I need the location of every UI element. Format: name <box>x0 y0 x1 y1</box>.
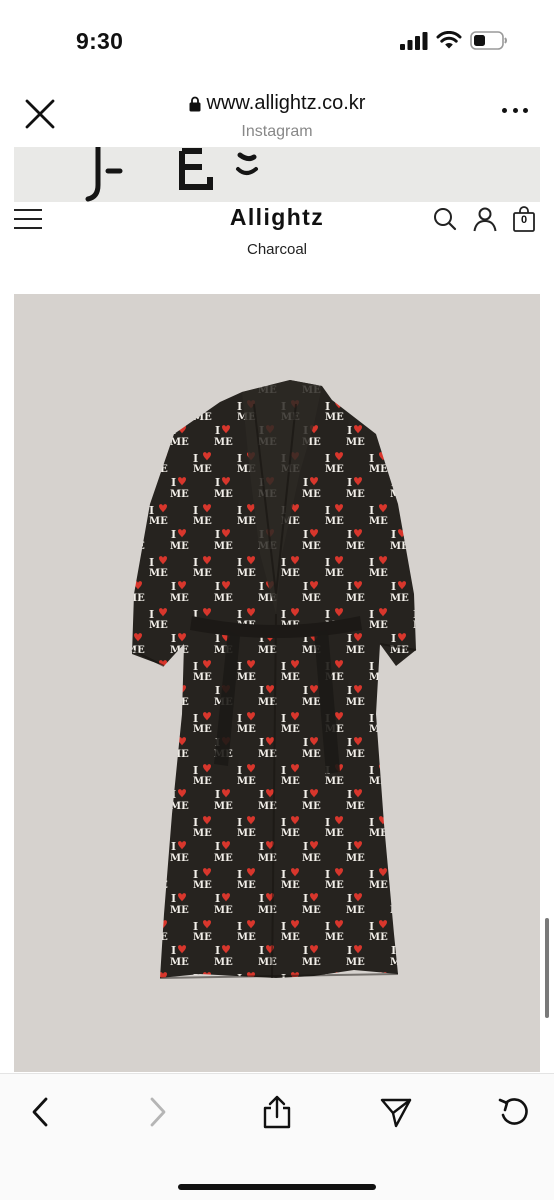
share-icon <box>263 1095 291 1129</box>
page-scrollbar[interactable] <box>545 918 549 1018</box>
wifi-icon <box>436 31 462 49</box>
browser-header: www.allightz.co.kr Instagram <box>0 80 554 146</box>
header-actions: 0 <box>432 206 538 232</box>
site-header: Allightz Charcoal 0 <box>0 200 554 270</box>
previous-image-strip <box>14 147 540 202</box>
back-button[interactable] <box>20 1092 60 1132</box>
bottom-toolbar <box>0 1073 554 1200</box>
status-time: 9:30 <box>76 28 124 54</box>
status-bar: 9:30 <box>0 0 554 80</box>
previous-image-fragment <box>85 147 258 202</box>
forward-button[interactable] <box>138 1092 178 1132</box>
robe-illustration: I ME I ME <box>131 380 417 979</box>
forward-icon <box>150 1097 166 1127</box>
product-image[interactable]: I ME I ME <box>14 294 540 1072</box>
share-button[interactable] <box>257 1092 297 1132</box>
status-icons <box>400 31 508 50</box>
more-button[interactable] <box>502 104 528 116</box>
signal-icon <box>400 31 428 50</box>
url-source: Instagram <box>241 122 313 140</box>
lock-icon <box>189 96 201 111</box>
account-button[interactable] <box>472 206 498 232</box>
url-text: www.allightz.co.kr <box>206 92 366 114</box>
battery-icon <box>470 31 507 50</box>
home-indicator[interactable] <box>178 1184 376 1190</box>
color-label: Charcoal <box>246 241 308 258</box>
more-icon-dot <box>512 107 518 113</box>
reload-button[interactable] <box>494 1092 534 1132</box>
more-icon-dot <box>523 107 528 113</box>
cart-count: 0 <box>520 214 528 226</box>
search-icon <box>434 208 457 231</box>
reload-icon <box>498 1098 528 1125</box>
user-icon <box>473 207 497 232</box>
url-line: www.allightz.co.kr <box>189 92 366 115</box>
more-icon-dot <box>502 107 507 113</box>
back-icon <box>32 1097 48 1127</box>
send-icon <box>380 1098 412 1128</box>
search-button[interactable] <box>432 206 458 232</box>
send-button[interactable] <box>376 1092 416 1132</box>
cart-button[interactable]: 0 <box>512 206 538 232</box>
address-bar[interactable]: www.allightz.co.kr Instagram <box>0 92 554 141</box>
